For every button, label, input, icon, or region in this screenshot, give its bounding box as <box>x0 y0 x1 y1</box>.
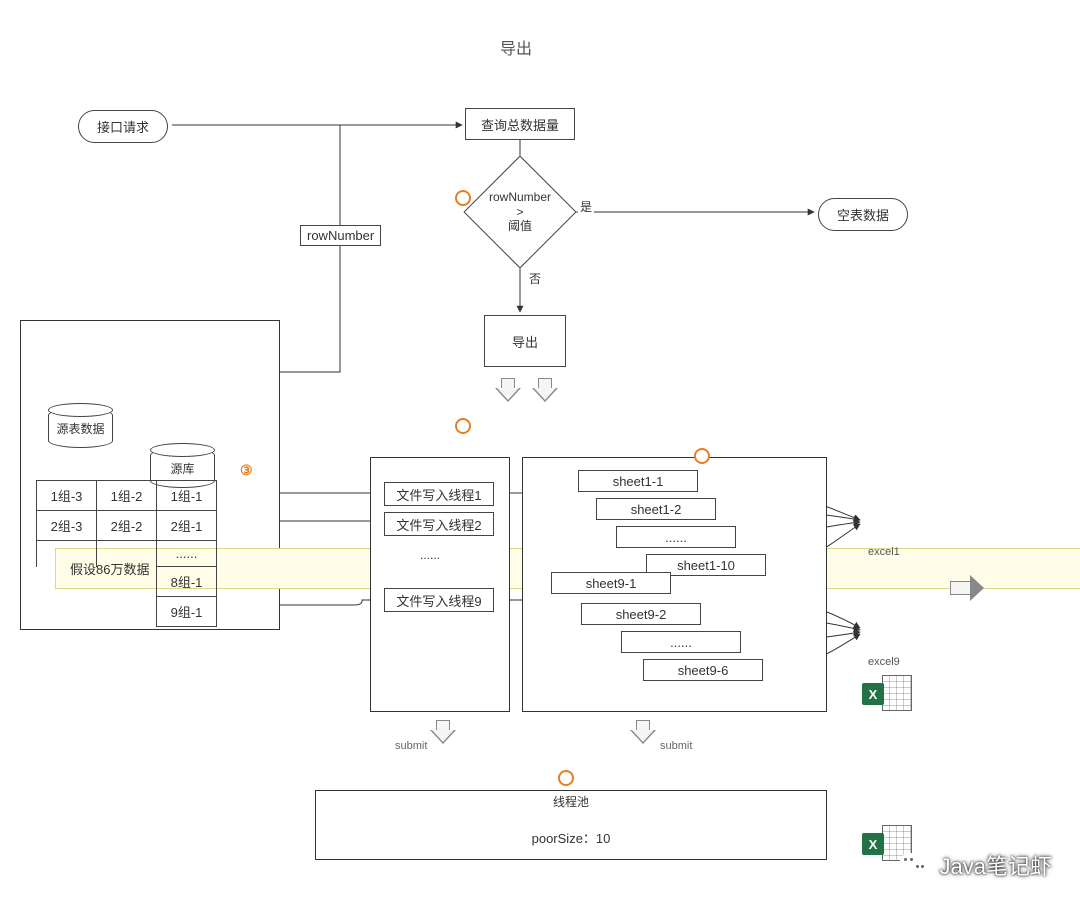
empty-data-node: 空表数据 <box>818 198 908 231</box>
big-arrow-down-icon <box>495 378 521 414</box>
diagram-title: 导出 <box>500 35 532 59</box>
thread-pool-box: 线程池 poorSize：10 <box>315 790 827 860</box>
cell <box>97 597 157 627</box>
watermark-text: Java笔记虾 <box>940 849 1052 881</box>
source-db-label: 源库 <box>170 460 194 477</box>
source-table-cylinder: 源表数据 <box>48 408 113 448</box>
source-table-label: 源表数据 <box>56 420 104 437</box>
sheet-box: sheet1-1 <box>578 470 698 492</box>
sheet-box: sheet1-2 <box>596 498 716 520</box>
big-arrow-right-icon <box>950 575 986 601</box>
cell: 9组-1 <box>157 597 217 627</box>
thread-dots: ...... <box>420 548 440 562</box>
branch-no-label: 否 <box>527 270 543 287</box>
export-subprocess-label: 导出 <box>512 332 538 351</box>
table-row: 8组-1 <box>37 567 217 597</box>
branch-yes-label: 是 <box>578 198 594 215</box>
marker-4-icon <box>694 448 710 464</box>
sheet-box: ...... <box>621 631 741 653</box>
export-subprocess: 导出 <box>490 315 560 367</box>
big-arrow-down-icon <box>630 720 656 756</box>
watermark: Java笔记虾 <box>900 849 1052 881</box>
table-row: 2组-3 2组-2 2组-1 <box>37 511 217 541</box>
wechat-icon <box>900 851 934 879</box>
start-node: 接口请求 <box>78 110 168 143</box>
sheet-box: sheet9-2 <box>581 603 701 625</box>
cell <box>97 541 157 567</box>
cell: 8组-1 <box>157 567 217 597</box>
sheet-box: ...... <box>616 526 736 548</box>
cell <box>37 541 97 567</box>
cell: 2组-2 <box>97 511 157 541</box>
thread-box: 文件写入线程1 <box>384 482 494 506</box>
table-row: 1组-3 1组-2 1组-1 <box>37 481 217 511</box>
thread-box: 文件写入线程2 <box>384 512 494 536</box>
query-total-box: 查询总数据量 <box>465 108 575 140</box>
submit-label-right: submit <box>660 740 692 752</box>
table-row: ...... <box>37 541 217 567</box>
big-arrow-down-icon <box>532 378 558 414</box>
rownumber-label: rowNumber <box>300 225 381 246</box>
marker-1-icon <box>455 190 471 206</box>
pool-size: poorSize：10 <box>532 828 611 847</box>
cell: 1组-2 <box>97 481 157 511</box>
cell: 2组-1 <box>157 511 217 541</box>
group-table: 1组-3 1组-2 1组-1 2组-3 2组-2 2组-1 ...... 8组-… <box>36 480 217 627</box>
excel9-label: excel9 <box>868 656 900 668</box>
marker-3: ③ <box>240 462 253 479</box>
submit-label-left: submit <box>395 740 427 752</box>
table-row: 9组-1 <box>37 597 217 627</box>
pool-title: 线程池 <box>553 793 589 810</box>
cell: 1组-1 <box>157 481 217 511</box>
cell: ...... <box>157 541 217 567</box>
marker-5-icon <box>558 770 574 786</box>
big-arrow-down-icon <box>430 720 456 756</box>
sheet-box: sheet9-1 <box>551 572 671 594</box>
excel-icon: X <box>862 673 912 713</box>
cell <box>97 567 157 597</box>
cell: 2组-3 <box>37 511 97 541</box>
marker-2-icon <box>455 418 471 434</box>
sheet-box: sheet9-6 <box>643 659 763 681</box>
cell <box>37 567 97 597</box>
cell: 1组-3 <box>37 481 97 511</box>
excel1-label: excel1 <box>868 546 900 558</box>
cell <box>37 597 97 627</box>
thread-box: 文件写入线程9 <box>384 588 494 612</box>
decision-text: rowNumber > 阈值 <box>480 172 560 252</box>
